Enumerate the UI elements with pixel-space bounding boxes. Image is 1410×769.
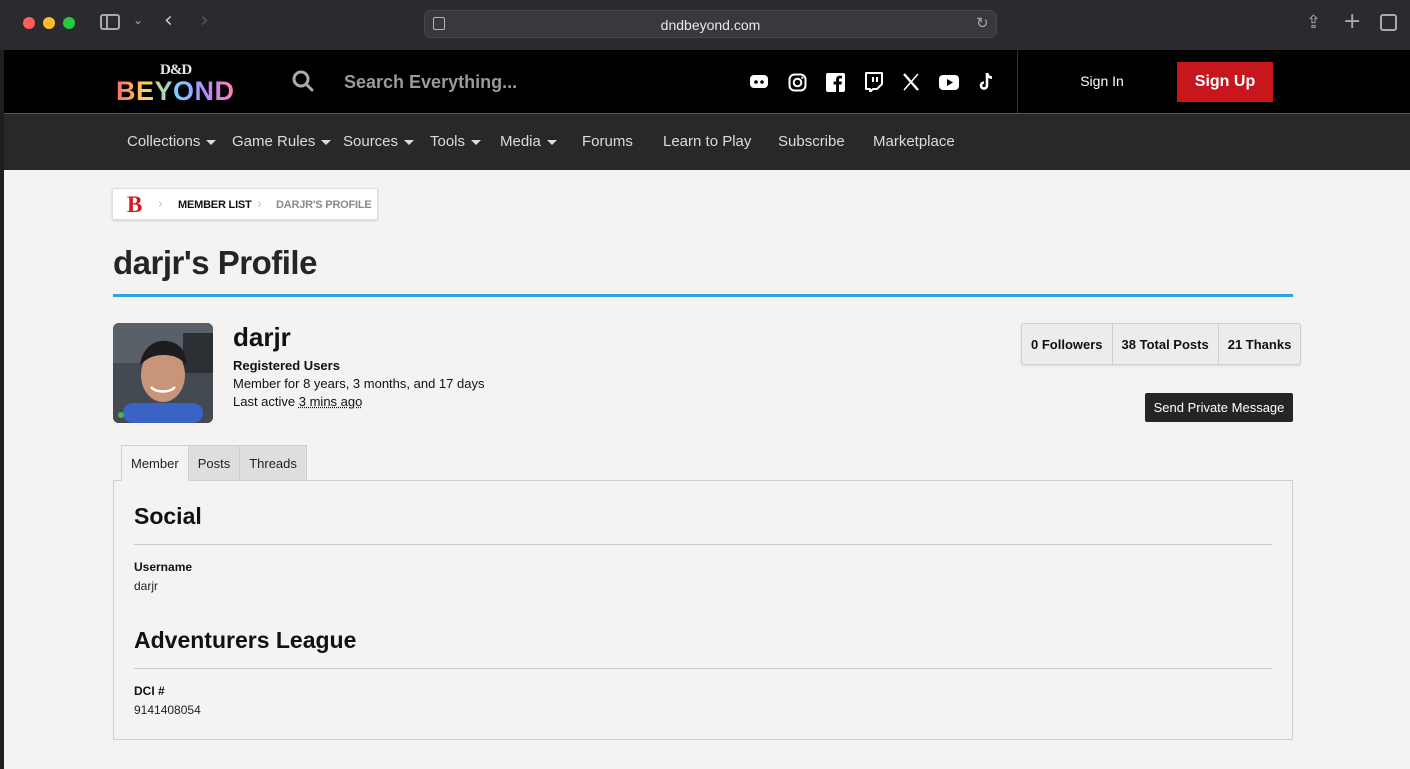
main-nav: Collections Game Rules Sources Tools Med… <box>4 114 1410 170</box>
membership-duration: Member for 8 years, 3 months, and 17 day… <box>233 376 485 391</box>
nav-item-learn-to-play[interactable]: Learn to Play <box>663 133 751 150</box>
social-section-title: Social <box>134 503 202 529</box>
username-label: Username <box>134 560 193 574</box>
chevron-down-icon[interactable]: ⌄ <box>133 13 143 27</box>
page-menu-icon[interactable] <box>433 17 445 30</box>
x-icon[interactable] <box>901 72 921 92</box>
caret-down-icon <box>471 139 482 145</box>
tab-posts[interactable]: Posts <box>188 445 241 481</box>
tab-member[interactable]: Member <box>121 445 189 481</box>
caret-down-icon <box>404 139 415 145</box>
profile-stats: 0 Followers 38 Total Posts 21 Thanks <box>1021 323 1302 365</box>
profile-role: Registered Users <box>233 358 340 373</box>
nav-item-sources[interactable]: Sources <box>343 133 415 150</box>
nav-item-forums[interactable]: Forums <box>582 133 633 150</box>
profile-username: darjr <box>233 322 291 352</box>
browser-toolbar: ⌄ ‹ › dndbeyond.com ↻ ⇪ + <box>0 0 1410 50</box>
sidebar-toggle-icon[interactable] <box>100 14 120 30</box>
nav-item-label: Media <box>500 133 541 150</box>
header-divider <box>1017 50 1018 113</box>
url-text: dndbeyond.com <box>660 17 761 33</box>
title-divider <box>113 294 1293 297</box>
tiktok-icon[interactable] <box>977 72 997 92</box>
youtube-icon[interactable] <box>939 72 959 92</box>
nav-item-marketplace[interactable]: Marketplace <box>873 133 955 150</box>
breadcrumb-chevron-icon: › <box>158 195 163 211</box>
close-window-button[interactable] <box>23 17 35 29</box>
search-icon[interactable] <box>292 70 314 92</box>
nav-item-label: Sources <box>343 133 399 150</box>
last-active: Last active 3 mins ago <box>233 394 362 409</box>
dci-label: DCI # <box>134 684 165 698</box>
page-title: darjr's Profile <box>113 244 317 281</box>
username-value: darjr <box>134 579 159 593</box>
search-input[interactable] <box>344 68 644 96</box>
section-divider <box>134 544 1272 545</box>
followers-stat[interactable]: 0 Followers <box>1022 324 1112 364</box>
forward-arrow-icon[interactable]: › <box>200 8 209 33</box>
logo-beyond-text: BEYOND <box>116 76 235 106</box>
caret-down-icon <box>321 139 332 145</box>
nav-item-label: Game Rules <box>232 133 316 150</box>
address-bar[interactable]: dndbeyond.com <box>424 10 997 38</box>
thanks-stat[interactable]: 21 Thanks <box>1217 324 1301 364</box>
last-active-label: Last active <box>233 394 299 409</box>
send-private-message-button[interactable]: Send Private Message <box>1145 393 1293 422</box>
back-arrow-icon[interactable]: ‹ <box>164 8 173 33</box>
avatar <box>113 323 213 423</box>
caret-down-icon <box>546 139 557 145</box>
total-posts-stat[interactable]: 38 Total Posts <box>1111 324 1218 364</box>
breadcrumb-home-logo[interactable]: B <box>127 192 142 218</box>
nav-item-media[interactable]: Media <box>500 133 557 150</box>
discord-icon[interactable] <box>749 72 769 92</box>
last-active-time: 3 mins ago <box>298 394 363 409</box>
breadcrumb-member-list[interactable]: MEMBER LIST <box>178 199 252 211</box>
sign-in-link[interactable]: Sign In <box>1062 73 1142 89</box>
instagram-icon[interactable] <box>787 72 807 92</box>
nav-item-tools[interactable]: Tools <box>430 133 482 150</box>
tab-threads[interactable]: Threads <box>240 445 307 481</box>
twitch-icon[interactable] <box>863 72 883 92</box>
tab-overview-icon[interactable] <box>1380 14 1397 31</box>
new-tab-icon[interactable]: + <box>1343 9 1361 34</box>
member-panel: Social Username darjr Adventurers League… <box>113 480 1293 740</box>
caret-down-icon <box>206 139 217 145</box>
breadcrumb: B › MEMBER LIST › DARJR'S PROFILE <box>112 188 378 220</box>
adventurers-league-section-title: Adventurers League <box>134 627 357 653</box>
site-header: D&D BEYOND Sign In Sign Up <box>4 50 1410 114</box>
nav-item-label: Collections <box>127 133 201 150</box>
reload-icon[interactable]: ↻ <box>976 14 989 32</box>
profile-tabs: Member Posts Threads <box>121 445 307 481</box>
nav-item-label: Tools <box>430 133 466 150</box>
nav-item-game-rules[interactable]: Game Rules <box>232 133 332 150</box>
nav-item-collections[interactable]: Collections <box>127 133 217 150</box>
share-icon[interactable]: ⇪ <box>1306 12 1321 33</box>
dci-value: 9141408054 <box>134 703 201 717</box>
breadcrumb-chevron-icon: › <box>257 195 262 211</box>
section-divider <box>134 668 1272 669</box>
maximize-window-button[interactable] <box>63 17 75 29</box>
facebook-icon[interactable] <box>825 72 845 92</box>
minimize-window-button[interactable] <box>43 17 55 29</box>
online-status-indicator <box>118 412 124 418</box>
profile-page: B › MEMBER LIST › DARJR'S PROFILE darjr'… <box>4 170 1410 769</box>
sign-up-button[interactable]: Sign Up <box>1177 62 1273 102</box>
nav-item-subscribe[interactable]: Subscribe <box>778 133 845 150</box>
breadcrumb-current-page: DARJR'S PROFILE <box>276 199 372 211</box>
dndbeyond-logo[interactable]: D&D BEYOND <box>116 62 242 106</box>
